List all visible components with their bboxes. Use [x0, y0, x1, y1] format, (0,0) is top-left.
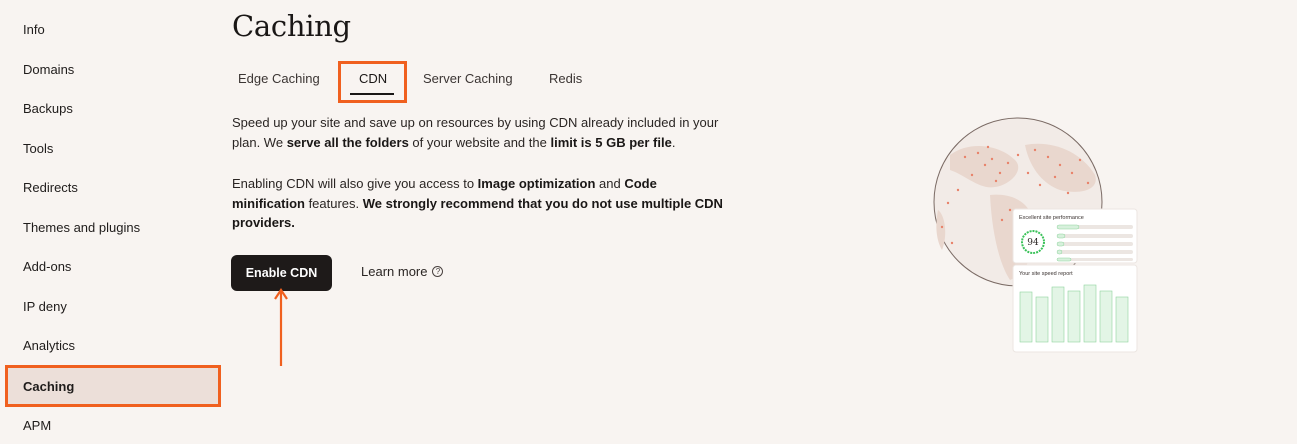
desc-bold: limit is 5 GB per file — [550, 134, 672, 150]
sidebar: Info Domains Backups Tools Redirects The… — [0, 0, 222, 444]
sidebar-item-redirects[interactable]: Redirects — [8, 169, 218, 205]
tab-label: Redis — [549, 70, 583, 86]
sidebar-item-tools[interactable]: Tools — [8, 130, 218, 166]
sidebar-item-analytics[interactable]: Analytics — [8, 327, 218, 363]
performance-score: 94 — [1027, 238, 1039, 248]
tab-label: Server Caching — [423, 70, 513, 86]
sidebar-item-label: Redirects — [23, 179, 78, 195]
help-circle-icon: ? — [432, 266, 444, 277]
desc-text: of your website and the — [408, 134, 551, 150]
desc-text: and — [595, 176, 625, 191]
sidebar-item-add-ons[interactable]: Add-ons — [8, 248, 218, 284]
tab-server-caching[interactable]: Server Caching — [423, 62, 513, 94]
cdn-globe-illustration: Excellent site performance 94 Your site … — [933, 117, 1138, 353]
sidebar-item-backups[interactable]: Backups — [8, 90, 218, 126]
sidebar-item-label: Tools — [23, 140, 54, 156]
sidebar-item-label: Analytics — [23, 337, 76, 353]
sidebar-item-label: Domains — [23, 61, 75, 77]
learn-more-link[interactable]: Learn more ? — [361, 264, 444, 279]
sidebar-item-label: Info — [23, 21, 45, 37]
learn-more-label: Learn more — [361, 264, 428, 279]
sidebar-item-label: IP deny — [23, 298, 67, 314]
desc-text: features. — [304, 195, 363, 211]
desc-text: Enabling CDN will also give you access t… — [232, 176, 478, 191]
sidebar-item-label: Add-ons — [23, 258, 72, 274]
sidebar-item-caching[interactable]: Caching — [5, 365, 221, 407]
tab-edge-caching[interactable]: Edge Caching — [238, 62, 320, 94]
sidebar-item-info[interactable]: Info — [8, 11, 218, 47]
sidebar-item-themes-and-plugins[interactable]: Themes and plugins — [8, 209, 218, 245]
desc-bold: Image optimization — [477, 176, 596, 191]
performance-card-title: Excellent site performance — [1019, 215, 1084, 221]
tab-label: Edge Caching — [238, 70, 320, 86]
arrow-up-annotation — [274, 288, 288, 366]
desc-text: . — [671, 134, 676, 150]
sidebar-item-domains[interactable]: Domains — [8, 51, 218, 87]
tab-redis[interactable]: Redis — [549, 62, 582, 94]
performance-card: Excellent site performance 94 — [1012, 208, 1138, 264]
cdn-features-description: Enabling CDN will also give you access t… — [232, 174, 732, 233]
sidebar-item-ip-deny[interactable]: IP deny — [8, 288, 218, 324]
sidebar-item-label: Themes and plugins — [23, 219, 141, 235]
speed-report-card: Your site speed report — [1012, 264, 1138, 353]
sidebar-item-label: APM — [23, 417, 52, 433]
sidebar-item-label: Caching — [23, 378, 75, 394]
page-title: Caching — [232, 9, 351, 43]
cdn-description: Speed up your site and save up on resour… — [232, 113, 732, 152]
sidebar-item-apm[interactable]: APM — [8, 407, 218, 443]
speed-report-title: Your site speed report — [1019, 271, 1073, 277]
desc-bold: serve all the folders — [286, 134, 409, 150]
sidebar-item-label: Backups — [23, 100, 73, 116]
tab-highlight-box — [338, 61, 407, 103]
